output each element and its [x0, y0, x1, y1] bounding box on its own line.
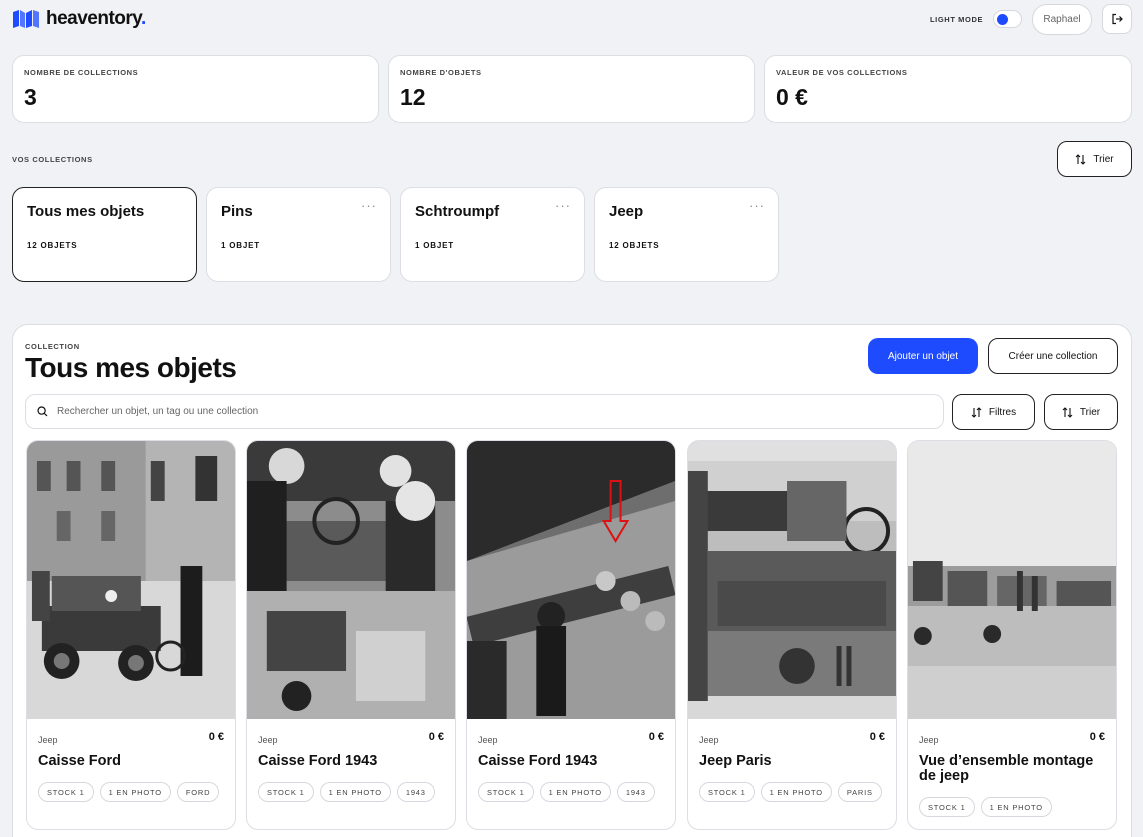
filters-button[interactable]: Filtres: [952, 394, 1035, 430]
object-title: Caisse Ford 1943: [478, 753, 598, 769]
more-options-icon[interactable]: ···: [555, 198, 571, 213]
logo-icon: [13, 10, 39, 28]
stat-label: VALEUR DE VOS COLLECTIONS: [776, 68, 908, 77]
collections-heading: VOS COLLECTIONS: [12, 155, 93, 164]
stat-value: 3: [24, 84, 37, 110]
collection-count: 1 OBJET: [415, 241, 454, 250]
sort-label: Trier: [1093, 153, 1114, 165]
object-title: Caisse Ford: [38, 753, 121, 769]
page-title: Tous mes objets: [25, 352, 237, 383]
collection-name: Schtroumpf: [415, 203, 500, 220]
create-collection-button[interactable]: Créer une collection: [988, 338, 1118, 374]
panel-kicker: COLLECTION: [25, 342, 80, 351]
logout-icon: [1112, 13, 1123, 25]
object-price: 0 €: [648, 731, 664, 743]
stat-value: 12: [400, 84, 426, 110]
sort-icon: [1062, 406, 1073, 418]
collection-count: 12 OBJETS: [27, 241, 78, 250]
collection-card-pins[interactable]: Pins ··· 1 OBJET: [206, 187, 391, 282]
object-price: 0 €: [208, 731, 224, 743]
collection-card-schtroumpf[interactable]: Schtroumpf ··· 1 OBJET: [400, 187, 585, 282]
object-price: 0 €: [869, 731, 885, 743]
collection-card-all[interactable]: Tous mes objets 12 OBJETS: [12, 187, 197, 282]
sort-objects-button[interactable]: Trier: [1044, 394, 1118, 430]
tag[interactable]: STOCK 1: [919, 797, 975, 817]
object-price: 0 €: [1089, 731, 1105, 743]
object-card[interactable]: Jeep 0 € Jeep Paris STOCK 1 1 EN PHOTO P…: [687, 440, 897, 830]
tag[interactable]: 1943: [396, 782, 435, 802]
collection-name: Jeep: [609, 203, 644, 220]
collection-count: 12 OBJETS: [609, 241, 660, 250]
stat-value-total: VALEUR DE VOS COLLECTIONS 0 €: [764, 55, 1132, 123]
collection-count: 1 OBJET: [221, 241, 260, 250]
object-collection: Jeep: [258, 735, 278, 745]
logo[interactable]: heaventory.: [12, 8, 146, 30]
filters-label: Filtres: [988, 406, 1017, 418]
tag[interactable]: 1 EN PHOTO: [539, 782, 611, 802]
object-title: Vue d’ensemble montage de jeep: [919, 753, 1094, 784]
object-card[interactable]: Jeep 0 € Caisse Ford STOCK 1 1 EN PHOTO …: [26, 440, 236, 830]
more-options-icon[interactable]: ···: [749, 198, 765, 213]
tag[interactable]: 1 EN PHOTO: [980, 797, 1052, 817]
stat-label: NOMBRE D'OBJETS: [400, 68, 482, 77]
object-collection: Jeep: [478, 735, 498, 745]
stat-value: 0 €: [776, 84, 808, 110]
sort-label: Trier: [1079, 406, 1101, 418]
object-collection: Jeep: [38, 735, 58, 745]
tag[interactable]: PARIS: [837, 782, 882, 802]
object-card[interactable]: Jeep 0 € Caisse Ford 1943 STOCK 1 1 EN P…: [246, 440, 456, 830]
stat-objects: NOMBRE D'OBJETS 12: [388, 55, 755, 123]
object-photo: [688, 441, 896, 719]
tag[interactable]: STOCK 1: [258, 782, 314, 802]
object-photo: [247, 441, 455, 719]
collection-name: Pins: [221, 203, 253, 220]
search-bar[interactable]: [25, 394, 944, 429]
user-button[interactable]: Raphael: [1032, 4, 1092, 35]
tag[interactable]: 1 EN PHOTO: [319, 782, 391, 802]
collection-name: Tous mes objets: [27, 203, 145, 220]
stat-collections: NOMBRE DE COLLECTIONS 3: [12, 55, 379, 123]
object-tags: STOCK 1 1 EN PHOTO: [919, 797, 1052, 817]
object-tags: STOCK 1 1 EN PHOTO FORD: [38, 782, 220, 802]
object-tags: STOCK 1 1 EN PHOTO PARIS: [699, 782, 882, 802]
object-card[interactable]: Jeep 0 € Vue d’ensemble montage de jeep …: [907, 440, 1117, 830]
object-title: Caisse Ford 1943: [258, 753, 378, 769]
object-card[interactable]: Jeep 0 € Caisse Ford 1943 STOCK 1 1 EN P…: [466, 440, 676, 830]
stat-label: NOMBRE DE COLLECTIONS: [24, 68, 139, 77]
sort-collections-button[interactable]: Trier: [1057, 141, 1132, 177]
sort-icon: [1076, 153, 1086, 165]
object-collection: Jeep: [919, 735, 939, 745]
sort-icon: [971, 406, 982, 418]
object-title: Jeep Paris: [699, 753, 772, 769]
collection-card-jeep[interactable]: Jeep ··· 12 OBJETS: [594, 187, 779, 282]
object-tags: STOCK 1 1 EN PHOTO 1943: [478, 782, 655, 802]
toggle-knob: [997, 14, 1008, 25]
object-tags: STOCK 1 1 EN PHOTO 1943: [258, 782, 435, 802]
tag[interactable]: FORD: [176, 782, 220, 802]
object-photo: [27, 441, 235, 719]
object-collection: Jeep: [699, 735, 719, 745]
tag[interactable]: STOCK 1: [478, 782, 534, 802]
tag[interactable]: STOCK 1: [699, 782, 755, 802]
tag[interactable]: STOCK 1: [38, 782, 94, 802]
object-photo: [467, 441, 675, 719]
logo-dot: .: [140, 8, 146, 29]
object-price: 0 €: [428, 731, 444, 743]
top-bar: heaventory. LIGHT MODE Raphael: [0, 0, 1143, 40]
more-options-icon[interactable]: ···: [361, 198, 377, 213]
theme-label: LIGHT MODE: [930, 15, 984, 24]
search-icon: [37, 406, 48, 417]
logout-button[interactable]: [1102, 4, 1132, 34]
tag[interactable]: 1 EN PHOTO: [99, 782, 171, 802]
logo-text: heaventory: [46, 8, 141, 29]
object-photo: [908, 441, 1116, 719]
tag[interactable]: 1 EN PHOTO: [760, 782, 832, 802]
add-object-button[interactable]: Ajouter un objet: [868, 338, 978, 374]
theme-toggle[interactable]: [993, 10, 1022, 28]
tag[interactable]: 1943: [616, 782, 655, 802]
search-input[interactable]: [57, 406, 917, 417]
